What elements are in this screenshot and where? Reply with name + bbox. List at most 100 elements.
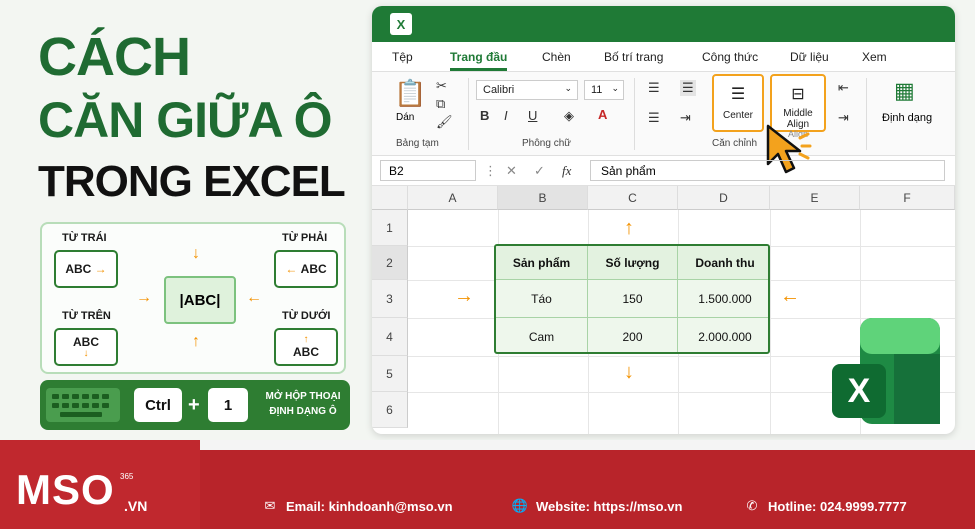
arrow-up-icon: ↑ [624,217,634,239]
align-left-icon[interactable]: ☰ [648,110,660,126]
ribbon-tabs: Tệp Trang đầu Chèn Bố trí trang Công thứ… [372,42,955,72]
tab-home[interactable]: Trang đầu [450,50,508,71]
contact-email[interactable]: ✉ Email: kinhdoanh@mso.vn [262,498,453,514]
title-bar: X [372,6,955,42]
excel-app-icon: X [390,13,412,35]
table-cell[interactable]: 1.500.000 [678,280,768,318]
tab-file[interactable]: Tệp [392,50,413,64]
column-header-e[interactable]: E [770,186,860,210]
row-header-5[interactable]: 5 [372,356,408,392]
paste-icon[interactable]: 📋 [394,78,426,109]
confirm-icon[interactable]: ✓ [534,163,545,179]
format-painter-icon[interactable]: 🖌 [436,114,453,130]
table-format-icon[interactable]: ▦ [894,78,915,104]
contact-website[interactable]: 🌐 Website: https://mso.vn [512,498,682,514]
table-cell[interactable]: 2.000.000 [678,318,768,352]
underline-button[interactable]: U [528,108,537,123]
chevron-down-icon: ⌄ [564,83,572,93]
tab-insert[interactable]: Chèn [542,50,571,64]
header-cell-quantity[interactable]: Số lượng [588,246,678,280]
name-box[interactable]: B2 [380,160,476,181]
excel-logo-letter: X [848,372,871,410]
bold-button[interactable]: B [480,108,489,123]
card-top-text: ABC [73,335,99,349]
arrow-up-icon: ↑ [303,334,309,345]
font-group-label: Phông chữ [522,138,571,149]
wrap-icon[interactable]: ⇤ [838,80,849,96]
tab-view[interactable]: Xem [862,50,887,64]
font-size-value: 11 [591,84,603,96]
card-left: ABC → [54,250,118,288]
data-table: Sản phẩm Số lượng Doanh thu Táo 150 1.50… [494,244,770,354]
keyboard-icon [46,388,120,422]
function-icon[interactable]: fx [562,163,571,179]
clipboard-group-label: Bảng tạm [396,138,439,149]
card-top: ABC ↓ [54,328,118,366]
brand-tld: .VN [124,498,148,514]
center-card: |ABC| [164,276,236,324]
cancel-icon[interactable]: ✕ [506,163,517,179]
row-header-4[interactable]: 4 [372,318,408,356]
column-header-b[interactable]: B [498,186,588,210]
tab-formulas[interactable]: Công thức [702,50,758,64]
one-key: 1 [208,388,248,422]
header-cell-revenue[interactable]: Doanh thu [678,246,768,280]
brand-logo: MSO [16,466,115,513]
italic-button[interactable]: I [504,108,508,123]
center-button[interactable]: ☰ Center [712,74,764,132]
gridline [770,210,771,434]
arrow-down-icon: ↓ [192,245,200,262]
corner-cell[interactable] [372,186,408,210]
tab-data[interactable]: Dữ liệu [790,50,829,64]
table-cell[interactable]: Cam [496,318,588,352]
copy-icon[interactable]: ⧉ [436,96,445,112]
paste-label[interactable]: Dán [396,112,414,123]
table-cell[interactable]: 150 [588,280,678,318]
arrow-down-icon: ↓ [624,361,634,383]
align-middle-icon[interactable]: ☰ [680,80,696,96]
contact-hotline[interactable]: ✆ Hotline: 024.9999.7777 [744,498,907,514]
phone-icon: ✆ [746,498,758,513]
align-top-icon[interactable]: ☰ [648,80,660,96]
formula-input[interactable]: Sản phẩm [590,160,945,181]
fill-color-icon[interactable]: ◈ [564,108,574,124]
cut-icon[interactable]: ✂ [436,78,447,94]
row-header-1[interactable]: 1 [372,210,408,246]
separator [468,78,469,150]
format-button[interactable]: Định dạng [882,112,932,124]
card-bottom: ↑ ABC [274,328,338,366]
tab-page-layout[interactable]: Bố trí trang [604,50,663,64]
arrow-right-icon: → [136,289,152,306]
arrow-left-icon: ← [285,262,298,276]
card-bottom-text: ABC [293,345,319,359]
formula-bar: B2 ⋮ ✕ ✓ fx Sản phẩm [372,156,955,186]
alignment-diagram: TỪ TRÁI TỪ PHẢI TỪ TRÊN TỪ DƯỚI ABC → ← … [40,222,346,374]
row-header-2[interactable]: 2 [372,246,408,280]
middle-align-icon: ⊟ [791,86,805,103]
headline-line-1: CÁCH [38,27,191,87]
column-header-c[interactable]: C [588,186,678,210]
excel-logo-icon: X [832,318,940,424]
font-color-icon[interactable]: A [598,107,607,122]
card-left-text: ABC [65,262,92,276]
separator [634,78,635,150]
header-cell-product[interactable]: Sản phẩm [496,246,588,280]
arrow-down-icon: ↓ [83,348,89,359]
merge-icon[interactable]: ⇥ [838,110,849,126]
font-size-select[interactable]: 11 ⌄ [584,80,624,100]
row-header-3[interactable]: 3 [372,280,408,318]
center-align-icon: ☰ [730,86,746,103]
table-cell[interactable]: Táo [496,280,588,318]
center-button-label: Center [722,110,753,121]
arrow-right-icon: → [454,285,474,307]
column-header-f[interactable]: F [860,186,955,210]
table-cell[interactable]: 200 [588,318,678,352]
font-name-select[interactable]: Calibri ⌄ [476,80,578,100]
more-icon: ⋮ [484,163,497,178]
column-header-d[interactable]: D [678,186,770,210]
row-header-6[interactable]: 6 [372,392,408,428]
indent-icon[interactable]: ⇥ [680,110,691,126]
arrow-right-icon: → [94,262,107,276]
column-header-a[interactable]: A [408,186,498,210]
shortcut-banner: Ctrl + 1 MỞ HỘP THOẠI ĐỊNH DẠNG Ô [40,380,350,430]
